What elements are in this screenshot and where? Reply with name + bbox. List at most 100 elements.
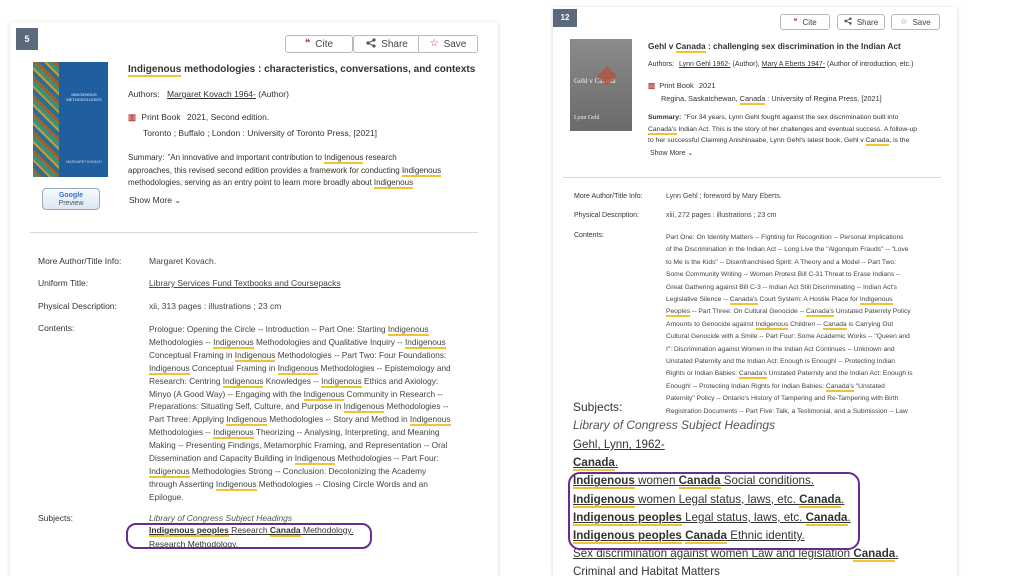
text-segment: Methodologies -- [149, 336, 214, 347]
text-segment: Some Community Writing -- Women Protest … [666, 271, 901, 279]
author-role: (Author of introduction, etc.) [827, 61, 914, 68]
contents-line: Part Three: Applying Indigenous Methodol… [149, 413, 484, 427]
subject-link[interactable]: Canada. [573, 454, 898, 472]
share-icon [844, 16, 852, 28]
text-segment: Criminal and Habitat Matters [573, 565, 720, 576]
text-segment: Court System: A Hostile Place for [757, 296, 860, 304]
contents-line: I": Discrimination against Women in the … [666, 344, 951, 356]
highlighted-term: Indigenous [149, 465, 190, 478]
highlighted-term: Indigenous [387, 324, 429, 336]
record-title[interactable]: Indigenous methodologies : characteristi… [128, 64, 475, 77]
contents-line: Research: Centring Indigenous Knowledges… [149, 375, 484, 388]
quote-icon: ❝ [304, 38, 311, 49]
contents-line: Great Gathering against Bill C-3 -- Indi… [666, 282, 951, 294]
text-segment: Making -- Presenting Findings, Metamorph… [149, 440, 448, 451]
highlighted-term: Indigenous [149, 362, 190, 375]
text-segment: Methodologies and Qualitative Inquiry -- [253, 336, 405, 347]
physical-description-label: Physical Description: [574, 212, 639, 219]
more-author-label: More Author/Title Info: [574, 193, 643, 200]
share-button[interactable]: Share [353, 35, 421, 53]
contents-line: Conceptual Framing in Indigenous Methodo… [149, 349, 484, 362]
contents-line: Minyo (A Good Way) -- Engaging with the … [149, 388, 484, 401]
author-role: (Author), [732, 61, 760, 68]
cover-author: Lynn Gehl [574, 115, 600, 121]
contents-line: Part One: On Identity Matters -- Fightin… [666, 232, 951, 244]
book-icon: ▥ [648, 81, 656, 90]
author-link[interactable]: Mary A Eberts 1947- [762, 61, 825, 68]
summary-block: Summary: "An innovative and important con… [128, 152, 478, 190]
contents-text: Part One: On Identity Matters -- Fightin… [666, 232, 951, 418]
highlight-annotation-oval [126, 523, 372, 549]
text-segment: Methodologies -- Part Two: Four Foundati… [275, 349, 447, 360]
uniform-title-link[interactable]: Library Services Fund Textbooks and Cour… [149, 278, 341, 288]
save-button[interactable]: ☆ Save [418, 35, 478, 53]
contents-line: Indigenous Methodologies Strong -- Concl… [149, 465, 484, 478]
contents-line: Epilogue. [149, 491, 484, 504]
text-segment: . [895, 547, 899, 561]
text-segment: Minyo (A Good Way) -- Engaging with the [149, 388, 304, 399]
text-segment: Part Three: Applying [149, 414, 227, 425]
text-segment: Knowledges -- [263, 375, 322, 386]
contents-label: Contents: [574, 232, 604, 239]
authors-row: Authors: Margaret Kovach 1964- (Author) [128, 89, 289, 99]
subject-link[interactable]: Criminal and Habitat Matters [573, 563, 898, 576]
year-text: 2021 [698, 81, 716, 90]
contents-line: Some Community Writing -- Women Protest … [666, 269, 951, 281]
text-segment: Methodologies -- [384, 401, 449, 412]
share-button[interactable]: Share [837, 14, 885, 30]
contents-line: to Me is the Kids" -- Disenfranchised Sp… [666, 257, 951, 269]
highlighted-term: Indigenous [303, 388, 345, 401]
highlighted-term: Canada's [738, 370, 767, 380]
text-segment: Part One: On Identity Matters -- Fightin… [666, 234, 904, 241]
author-link[interactable]: Lynn Gehl 1962- [679, 61, 731, 68]
subject-link[interactable]: Gehl, Lynn, 1962- [573, 436, 898, 454]
contents-line: Unstated Paternity and the Indian Act: E… [666, 356, 951, 368]
author-link[interactable]: Margaret Kovach 1964- [167, 89, 256, 99]
cite-button[interactable]: ❝ Cite [285, 35, 353, 53]
publisher-text: Regina, Saskatchewan, Canada : Universit… [661, 94, 882, 105]
text-segment: -- Part Three: On Cultural Genocide -- [690, 308, 807, 316]
record-title[interactable]: Gehl v Canada : challenging sex discrimi… [648, 41, 901, 53]
divider [563, 177, 941, 178]
format-label: Print Book [141, 112, 181, 122]
text-segment: Cultural Genocide with a Smile -- Part F… [666, 333, 910, 341]
highlighted-term: Canada's [825, 382, 854, 392]
text-segment: Paternity" Policy -- Ontario's History o… [666, 395, 899, 403]
highlighted-term: Indigenous [405, 336, 446, 349]
chevron-down-icon: ⌄ [687, 150, 694, 157]
cite-button[interactable]: ❝ Cite [780, 14, 830, 30]
summary-line: Summary: "An innovative and important con… [128, 153, 397, 164]
google-preview-button[interactable]: Google Preview [42, 188, 100, 210]
summary-block: Summary: "For 34 years, Lynn Gehl fought … [648, 112, 943, 147]
text-segment: Research: Centring [149, 375, 223, 386]
cite-label: Cite [802, 17, 817, 27]
highlighted-term: Indigenous [294, 453, 336, 466]
more-author-value: Lynn Gehl ; foreword by Mary Eberts. [666, 193, 782, 200]
highlighted-term: Indigenous [215, 478, 257, 491]
share-label: Share [381, 38, 408, 50]
highlighted-term: Indigenous [755, 320, 789, 330]
text-segment: Great Gathering against Bill C-3 -- Indi… [666, 283, 897, 291]
contents-line: Peoples -- Part Three: On Cultural Genoc… [666, 306, 951, 318]
contents-line: Paternity" Policy -- Ontario's History o… [666, 393, 951, 405]
summary-line: Summary: "For 34 years, Lynn Gehl fought … [648, 114, 899, 121]
cover-author: MARGARET KOVACH [66, 160, 102, 164]
text-segment: Gehl, Lynn, 1962- [573, 438, 665, 451]
text-segment: Unstated Paternity and the Indian Act: E… [666, 358, 896, 366]
book-cover[interactable]: INDIGENOUS METHODOLOGIES MARGARET KOVACH [33, 62, 108, 177]
highlighted-term: Indigenous [226, 414, 267, 427]
book-cover[interactable]: Gehl v Canada Lynn Gehl [570, 39, 632, 131]
text-segment: Dissemination and Capacity Building in [149, 453, 295, 464]
highlighted-term: Indigenous [409, 414, 451, 427]
contents-line: Making -- Presenting Findings, Metamorph… [149, 439, 484, 452]
show-more-button[interactable]: Show More ⌄ [129, 195, 181, 205]
cover-title: INDIGENOUS METHODOLOGIES [66, 92, 102, 102]
star-icon: ☆ [429, 38, 439, 49]
save-button[interactable]: ☆ Save [891, 14, 940, 30]
text-segment: to Me is the Kids" -- Disenfranchised Sp… [666, 258, 896, 266]
authors-label: Authors: [128, 89, 160, 99]
show-more-button[interactable]: Show More ⌄ [650, 149, 693, 157]
highlighted-term: Canada [853, 547, 896, 563]
contents-line: Methodologies -- Indigenous Methodologie… [149, 336, 484, 349]
text-segment: Methodologies -- Story and Method in [266, 414, 410, 425]
